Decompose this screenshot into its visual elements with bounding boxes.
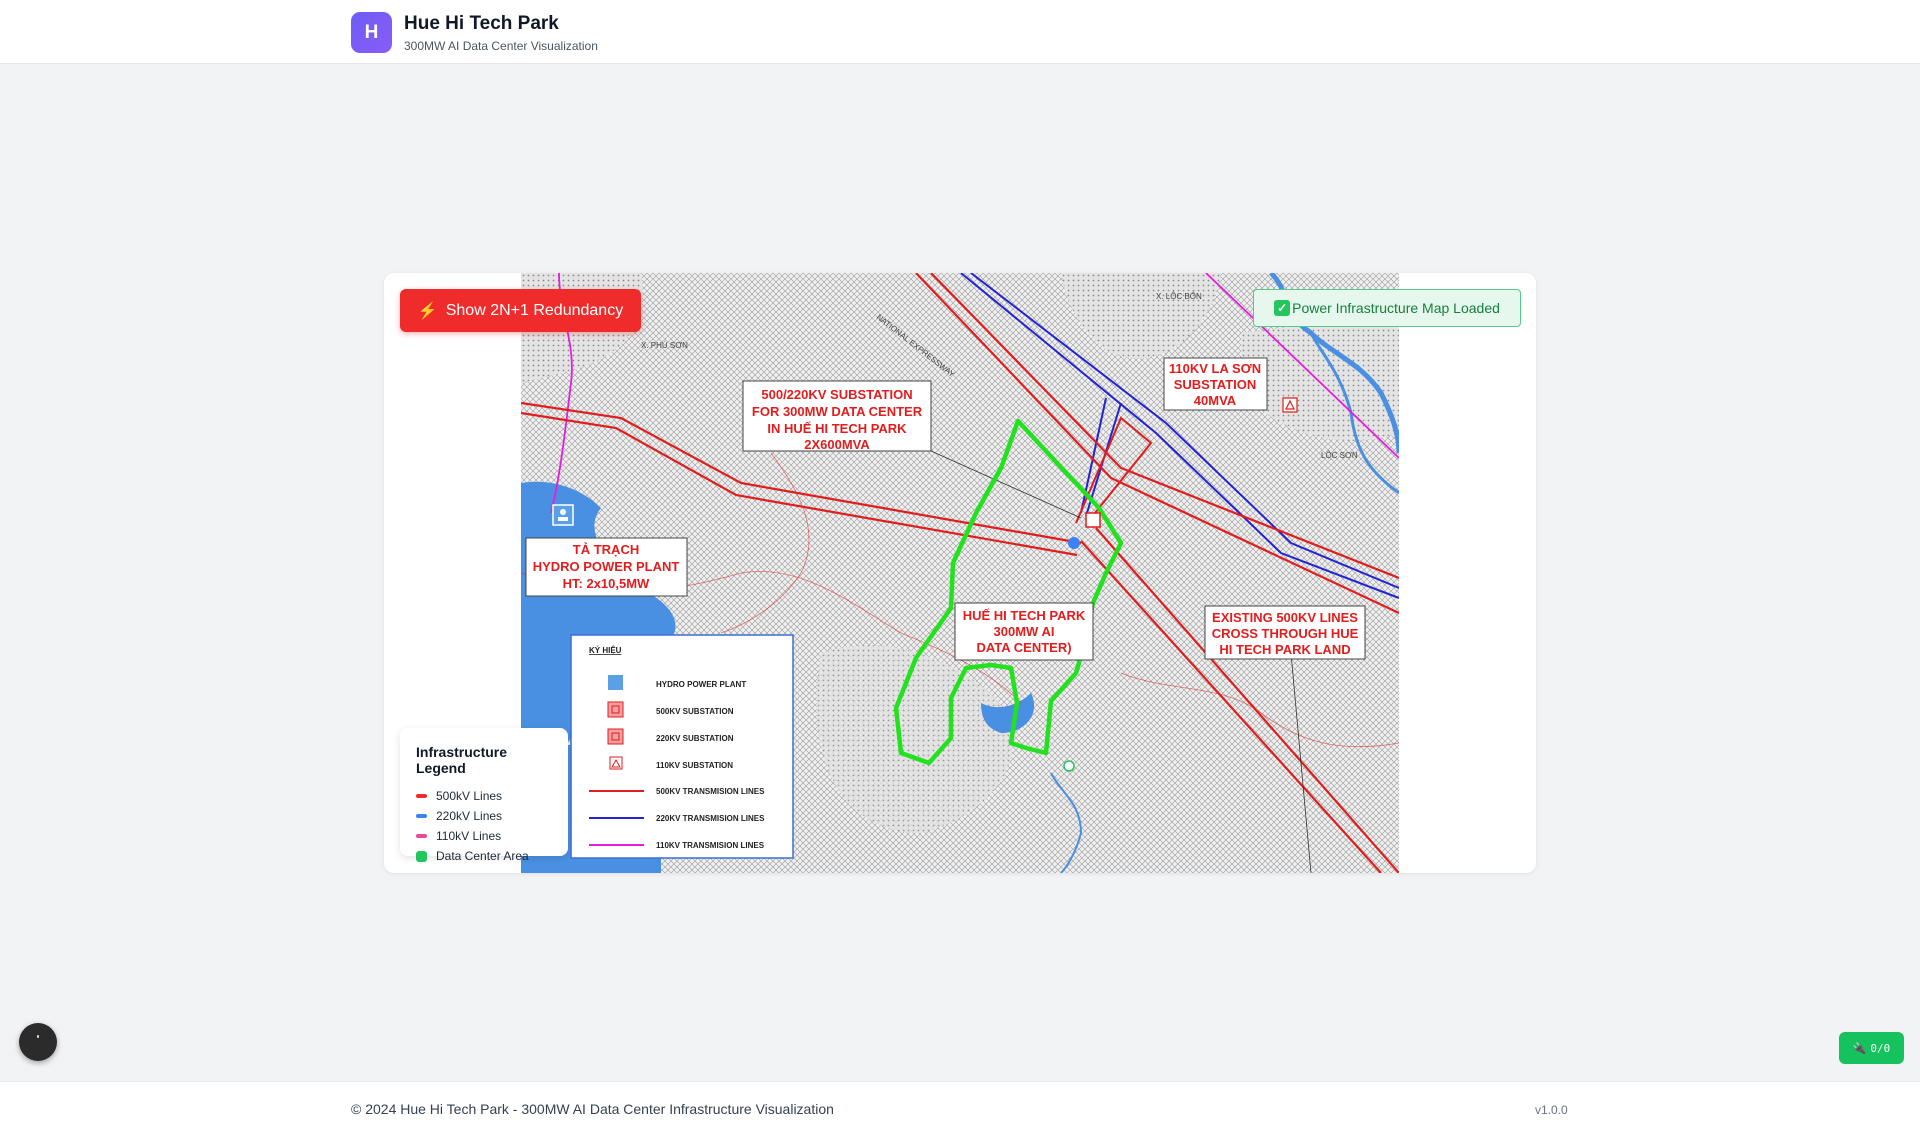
svg-text:500KV TRANSMISION LINES: 500KV TRANSMISION LINES — [656, 787, 765, 796]
legend-item-220kv: 220kV Lines — [416, 806, 552, 826]
legend-label: 220kV Lines — [436, 809, 503, 823]
svg-text:500KV SUBSTATION: 500KV SUBSTATION — [656, 707, 734, 716]
svg-text:500/220KV SUBSTATION: 500/220KV SUBSTATION — [761, 387, 912, 402]
svg-text:IN HUẾ HI TECH PARK: IN HUẾ HI TECH PARK — [767, 421, 907, 436]
svg-text:EXISTING 500KV LINES: EXISTING 500KV LINES — [1212, 610, 1358, 625]
substation-220kv-marker[interactable] — [1085, 512, 1101, 528]
show-redundancy-button[interactable]: ⚡ Show 2N+1 Redundancy — [400, 289, 641, 332]
place-label: X. LỘC BỔN — [1156, 292, 1202, 301]
place-label: X. PHÚ SƠN — [641, 341, 688, 350]
svg-text:110KV TRANSMISION LINES: 110KV TRANSMISION LINES — [656, 841, 765, 850]
app-title: Hue Hi Tech Park — [404, 13, 559, 34]
lightning-icon: ⚡ — [417, 302, 438, 320]
legend-swatch — [416, 850, 427, 862]
place-label: LỘC SƠN — [1321, 451, 1358, 460]
svg-text:CROSS THROUGH HUE: CROSS THROUGH HUE — [1212, 626, 1359, 641]
status-text: Power Infrastructure Map Loaded — [1292, 300, 1500, 316]
svg-text:KÝ HIỆU: KÝ HIỆU — [589, 646, 622, 655]
map-card: X. PHÚ SƠN X. LỘC BỔN LỘC SƠN NATIONAL E… — [384, 273, 1536, 873]
app-logo[interactable]: H — [351, 12, 392, 53]
legend-item-110kv: 110kV Lines — [416, 826, 552, 846]
svg-text:HYDRO POWER PLANT: HYDRO POWER PLANT — [533, 559, 680, 574]
callout-500kv-substation[interactable]: 500/220KV SUBSTATION FOR 300MW DATA CENT… — [742, 380, 932, 452]
app-footer: © 2024 Hue Hi Tech Park - 300MW AI Data … — [0, 1081, 1920, 1134]
svg-text:SUBSTATION: SUBSTATION — [1174, 377, 1257, 392]
hydro-plant-marker-icon — [560, 509, 566, 515]
plug-icon: 🔌 — [1852, 1041, 1867, 1055]
infrastructure-map[interactable]: X. PHÚ SƠN X. LỘC BỔN LỘC SƠN NATIONAL E… — [521, 273, 1399, 873]
legend-swatch — [416, 814, 427, 818]
location-dot — [1063, 760, 1075, 772]
svg-text:TẢ TRẠCH: TẢ TRẠCH — [573, 542, 639, 557]
legend-label: Data Center Area — [436, 849, 529, 863]
legend-swatch — [416, 794, 427, 798]
substation-500kv-marker[interactable] — [1068, 537, 1080, 549]
map-status-banner: ✓ Power Infrastructure Map Loaded — [1253, 289, 1521, 327]
connection-counter-badge[interactable]: 🔌 0/0 — [1839, 1032, 1904, 1064]
help-icon[interactable] — [19, 1023, 57, 1061]
svg-text:40MVA: 40MVA — [1194, 393, 1237, 408]
check-icon: ✓ — [1274, 300, 1291, 316]
svg-text:2X600MVA: 2X600MVA — [804, 437, 870, 452]
legend-title: Infrastructure Legend — [416, 744, 508, 776]
svg-text:HT: 2x10,5MW: HT: 2x10,5MW — [563, 576, 650, 591]
footer-version: v1.0.0 — [1535, 1103, 1568, 1117]
app-header: H Hue Hi Tech Park 300MW AI Data Center … — [0, 0, 1920, 64]
legend-swatch — [416, 834, 427, 838]
footer-copyright: © 2024 Hue Hi Tech Park - 300MW AI Data … — [351, 1101, 834, 1117]
legend-item-data-center: Data Center Area — [416, 846, 552, 866]
svg-text:300MW AI: 300MW AI — [994, 624, 1055, 639]
svg-text:220KV TRANSMISION LINES: 220KV TRANSMISION LINES — [656, 814, 765, 823]
infrastructure-legend: Infrastructure Legend 500kV Lines 220kV … — [400, 728, 568, 863]
callout-la-son-substation[interactable]: 110KV LA SƠN SUBSTATION 40MVA — [1163, 357, 1268, 411]
svg-text:220KV SUBSTATION: 220KV SUBSTATION — [656, 734, 734, 743]
svg-text:HI TECH PARK LAND: HI TECH PARK LAND — [1219, 642, 1350, 657]
svg-text:DATA CENTER): DATA CENTER) — [976, 640, 1071, 655]
callout-existing-500kv-lines[interactable]: EXISTING 500KV LINES CROSS THROUGH HUE H… — [1204, 605, 1366, 660]
map-key: KÝ HIỆU HYDRO POWER PLANT 500KV SUBSTATI… — [570, 634, 794, 859]
legend-label: 110kV Lines — [436, 829, 502, 843]
substation-110kv-marker[interactable] — [1282, 397, 1298, 413]
redundancy-button-label: Show 2N+1 Redundancy — [445, 301, 624, 319]
counter-value: 0/0 — [1870, 1041, 1891, 1055]
legend-item-500kv: 500kV Lines — [416, 786, 552, 806]
callout-ta-trach-plant[interactable]: TẢ TRẠCH HYDRO POWER PLANT HT: 2x10,5MW — [525, 537, 688, 597]
svg-text:HYDRO POWER PLANT: HYDRO POWER PLANT — [656, 680, 746, 689]
svg-text:FOR 300MW DATA CENTER: FOR 300MW DATA CENTER — [752, 404, 923, 419]
callout-hue-hi-tech-park[interactable]: HUẾ HI TECH PARK 300MW AI DATA CENTER) — [954, 602, 1094, 661]
svg-text:110KV SUBSTATION: 110KV SUBSTATION — [656, 761, 733, 770]
svg-text:HUẾ HI TECH PARK: HUẾ HI TECH PARK — [963, 608, 1086, 623]
svg-text:110KV LA SƠN: 110KV LA SƠN — [1169, 361, 1261, 376]
hydro-plant-marker-icon — [558, 517, 568, 521]
app-subtitle: 300MW AI Data Center Visualization — [404, 39, 598, 53]
legend-label: 500kV Lines — [436, 789, 503, 803]
